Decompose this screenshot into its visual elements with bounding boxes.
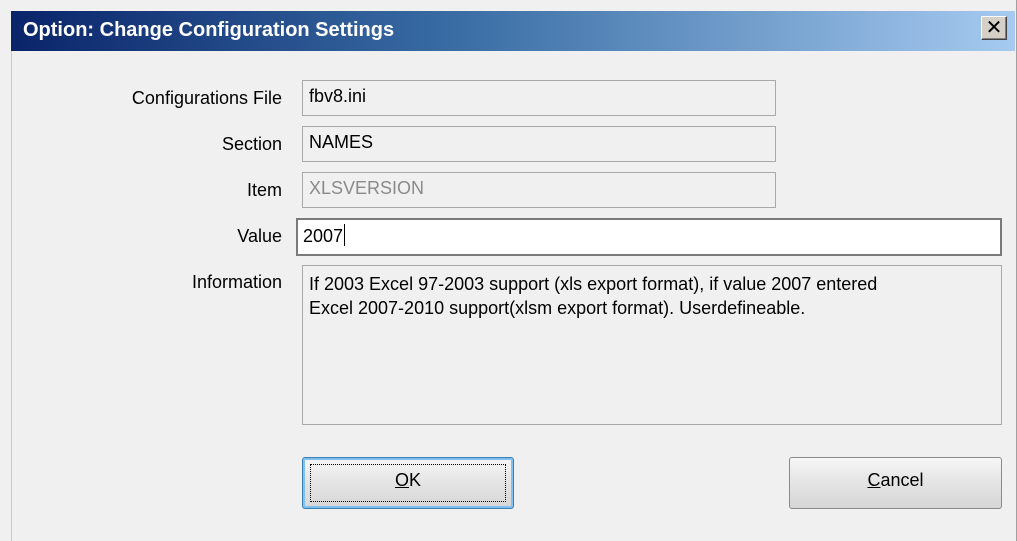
cancel-button-label: Cancel (790, 470, 1001, 491)
value-label: Value (237, 226, 282, 246)
information-line-1: If 2003 Excel 97-2003 support (xls expor… (309, 274, 878, 294)
information-text-area: If 2003 Excel 97-2003 support (xls expor… (302, 265, 1002, 425)
close-icon: ✕ (985, 15, 1003, 39)
cancel-button[interactable]: Cancel (789, 457, 1002, 509)
ok-button-label: OK (303, 470, 513, 491)
cancel-mnemonic: C (867, 470, 881, 490)
ok-label-rest: K (409, 470, 422, 490)
config-dialog: Option: Change Configuration Settings ✕ … (0, 0, 1017, 541)
frame-border (11, 51, 12, 541)
information-label: Information (191, 272, 282, 292)
item-label: Item (246, 180, 282, 200)
ok-mnemonic: O (394, 470, 409, 490)
information-line-2: Excel 2007-2010 support(xlsm export form… (309, 298, 806, 318)
text-caret (344, 224, 346, 246)
section-label: Section (221, 134, 282, 154)
config-file-field: fbv8.ini (302, 80, 776, 116)
section-field: NAMES (302, 126, 776, 162)
value-text: 2007 (303, 226, 344, 246)
value-input[interactable]: 2007 (296, 218, 1002, 256)
config-file-value: fbv8.ini (309, 86, 367, 106)
item-field: XLSVERSION (302, 172, 776, 208)
title-bar[interactable]: Option: Change Configuration Settings ✕ (11, 11, 1015, 51)
window-title: Option: Change Configuration Settings (23, 19, 395, 41)
cancel-label-rest: ancel (880, 470, 924, 490)
close-button[interactable]: ✕ (981, 15, 1007, 40)
section-value: NAMES (309, 132, 374, 152)
item-value: XLSVERSION (309, 178, 425, 198)
config-file-label: Configurations File (131, 88, 282, 108)
ok-button[interactable]: OK (302, 457, 514, 509)
